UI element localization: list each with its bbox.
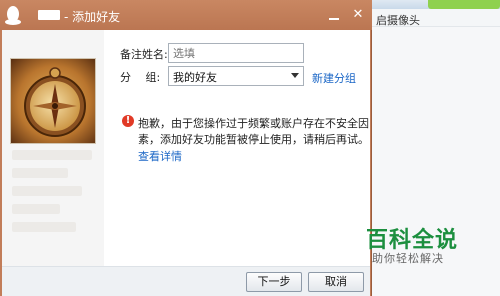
dialog-body: 备注姓名: 分 组: 我的好友 新建分组 ! 抱歉，由于您操作过于频繁或账户存在… — [2, 30, 370, 296]
dialog-footer: 下一步 取消 — [2, 266, 370, 296]
view-details-link[interactable]: 查看详情 — [138, 148, 182, 164]
warning-text-line2: 素，添加好友功能暂被停止使用，请稍后再试。 — [138, 133, 369, 146]
add-friend-dialog: - 添加好友 ✕ 备注姓名: 选填 分 组: 我的好友 新建分组 ! 抱歉，由于… — [0, 0, 372, 296]
remark-name-input[interactable] — [168, 43, 304, 63]
dialog-title: - 添加好友 — [64, 10, 121, 24]
chevron-down-icon — [291, 73, 299, 78]
warning-icon: ! — [122, 115, 134, 127]
new-group-link[interactable]: 新建分组 — [312, 70, 356, 86]
qq-penguin-icon — [5, 6, 21, 25]
remark-label: 备注姓名: — [120, 48, 168, 61]
group-label: 分 组: — [120, 71, 161, 84]
redacted-info — [12, 150, 92, 160]
next-step-button[interactable]: 下一步 — [246, 272, 302, 292]
redacted-info — [12, 222, 76, 232]
redacted-info — [12, 204, 60, 214]
redacted-info — [12, 168, 68, 178]
warning-text-line1: 抱歉，由于您操作过于频繁或账户存在不安全因 — [138, 117, 369, 130]
close-icon[interactable]: ✕ — [350, 7, 366, 23]
watermark-subtitle: 助你轻松解决 — [372, 252, 444, 265]
compass-image — [11, 59, 95, 143]
redacted-username — [38, 10, 60, 20]
minimize-icon[interactable] — [326, 7, 342, 23]
group-select-value: 我的好友 — [173, 71, 217, 84]
avatar — [10, 58, 96, 144]
dialog-titlebar[interactable]: - 添加好友 ✕ — [0, 0, 372, 30]
profile-panel — [2, 30, 104, 266]
background-green-button[interactable] — [428, 0, 500, 9]
redacted-info — [12, 186, 82, 196]
group-select[interactable]: 我的好友 — [168, 66, 304, 86]
cancel-button[interactable]: 取消 — [308, 272, 364, 292]
